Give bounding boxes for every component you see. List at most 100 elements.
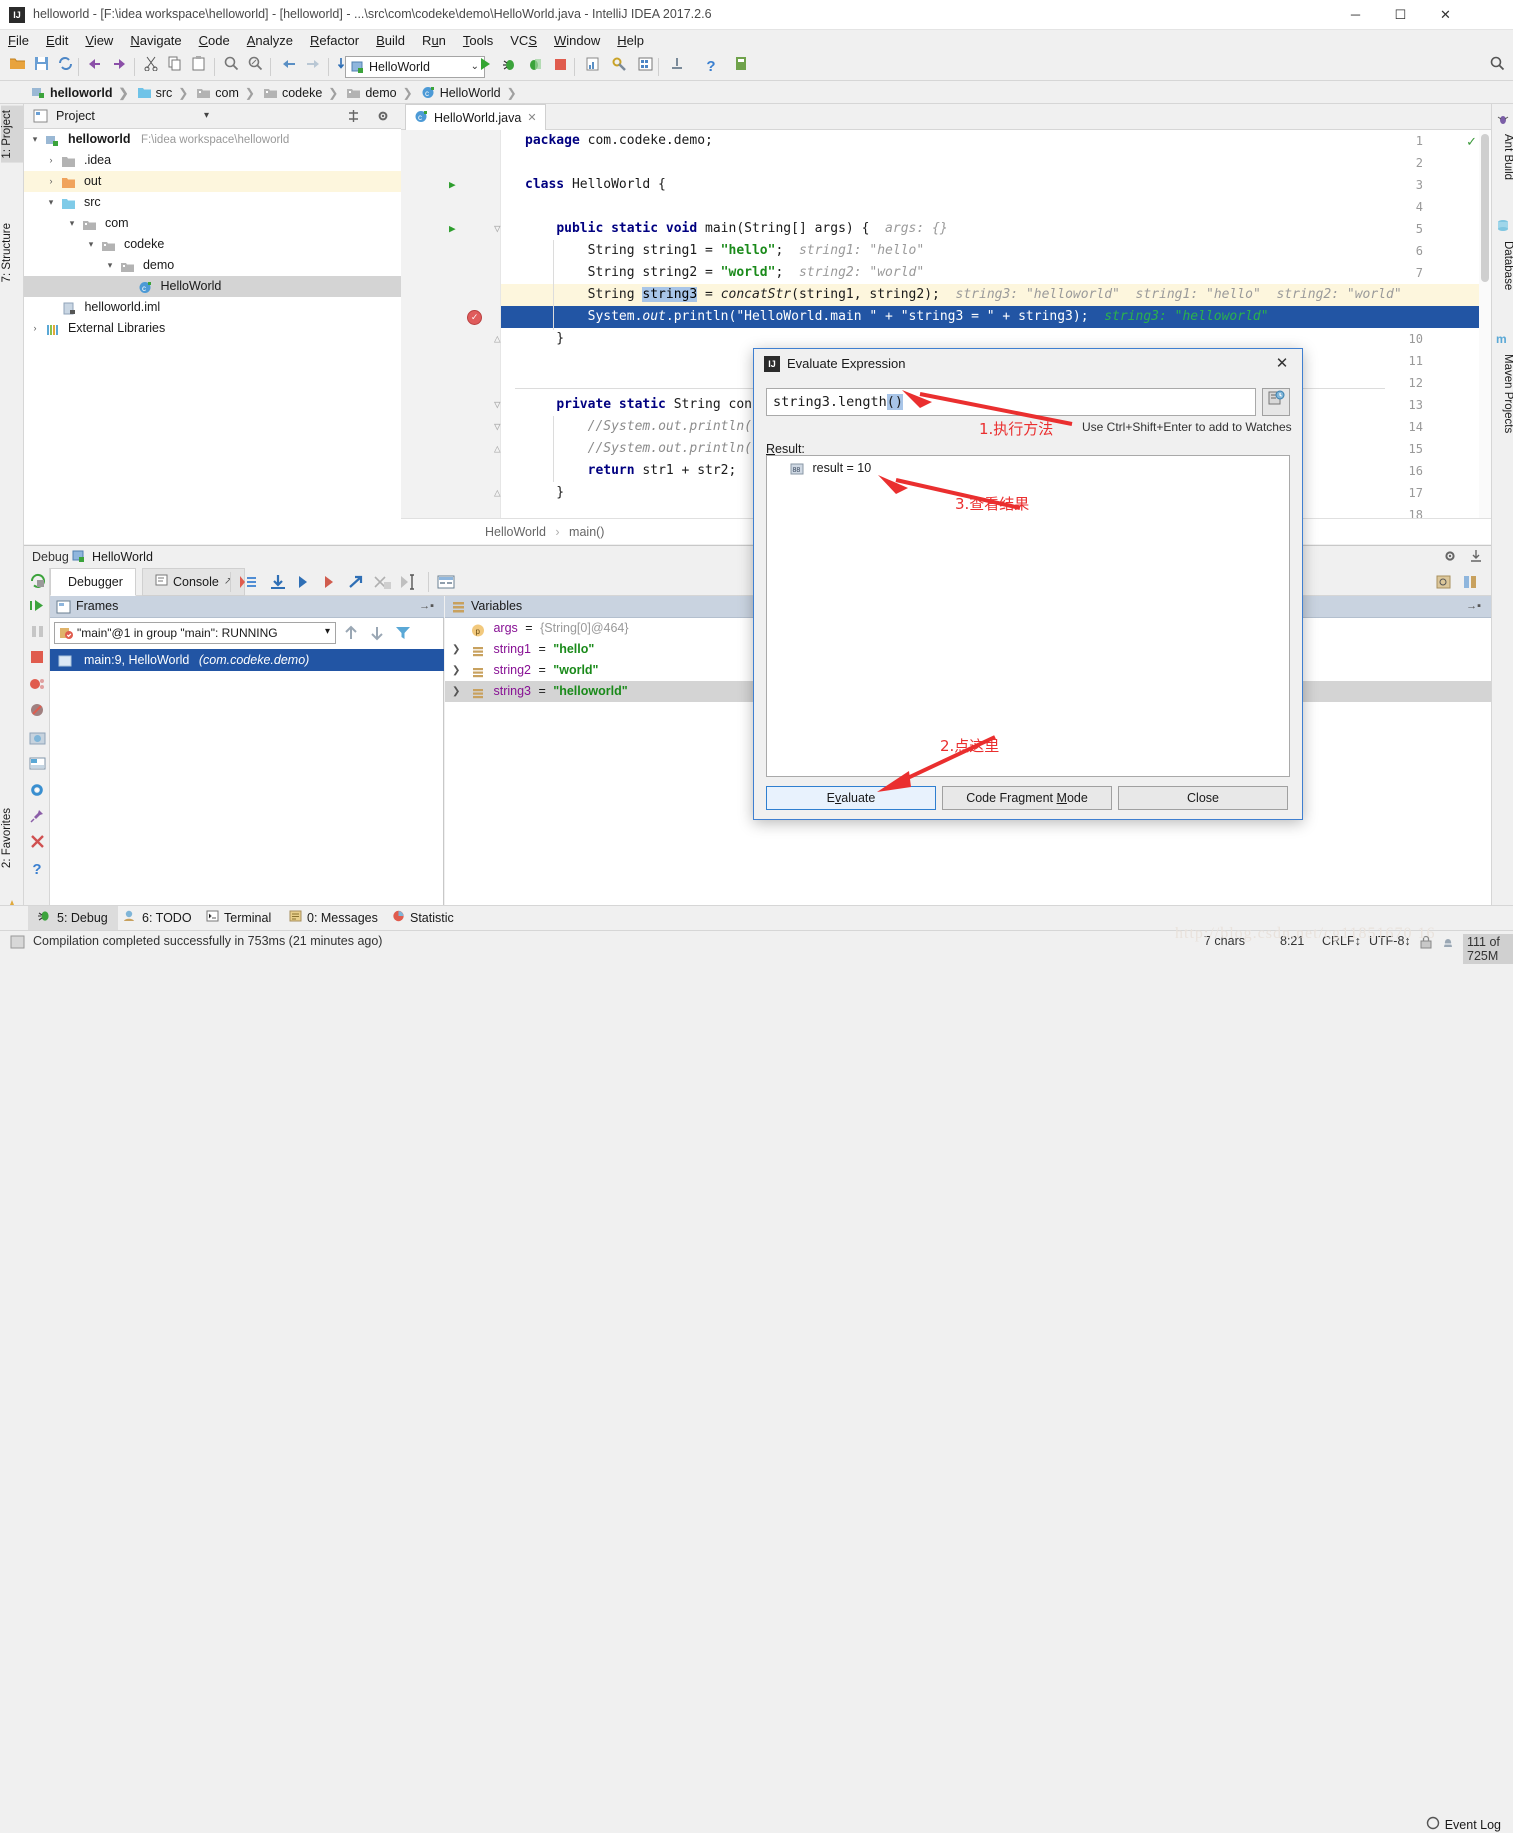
- run-method-gutter-icon[interactable]: ▶: [449, 222, 456, 235]
- sidebar-item-favorites[interactable]: 2: Favorites: [1, 804, 23, 872]
- editor-scrollbar[interactable]: [1479, 130, 1491, 518]
- coverage-icon[interactable]: [522, 56, 544, 78]
- bottom-tab-statistic[interactable]: Statistic: [382, 906, 464, 931]
- status-message[interactable]: Compilation completed successfully in 75…: [33, 934, 382, 948]
- close-icon[interactable]: [27, 834, 47, 854]
- pin-icon[interactable]: [27, 808, 47, 828]
- save-all-icon[interactable]: [30, 56, 52, 78]
- sidebar-item-maven-projects[interactable]: Maven Projects: [1492, 350, 1513, 437]
- tree-node-helloworld-class[interactable]: c HelloWorld: [24, 276, 401, 297]
- tree-node-iml[interactable]: helloworld.iml: [24, 297, 401, 318]
- selected-identifier[interactable]: string3: [642, 287, 698, 302]
- menu-run[interactable]: Run: [414, 30, 455, 51]
- menu-tools[interactable]: Tools: [455, 30, 502, 51]
- fold-icon[interactable]: ▽: [494, 398, 501, 411]
- menu-file[interactable]: File: [0, 30, 38, 51]
- tree-node-external-libraries[interactable]: › External Libraries: [24, 318, 401, 339]
- hide-icon[interactable]: →▪: [1466, 600, 1481, 612]
- fold-icon[interactable]: △: [494, 442, 501, 455]
- code-line-5[interactable]: public static void main(String[] args) {…: [501, 218, 1491, 240]
- profile-icon[interactable]: [582, 56, 604, 78]
- step-out-icon[interactable]: [346, 573, 366, 591]
- redo-icon[interactable]: [108, 56, 130, 78]
- close-window-button[interactable]: ✕: [1423, 0, 1468, 30]
- gear-icon[interactable]: [1442, 549, 1458, 565]
- arrow-down-icon[interactable]: [368, 624, 386, 642]
- inspection-icon[interactable]: [1440, 934, 1456, 950]
- menu-navigate[interactable]: Navigate: [122, 30, 190, 51]
- layout-icon[interactable]: [27, 756, 47, 776]
- tree-node-src[interactable]: ▾ src: [24, 192, 401, 213]
- frame-row-main[interactable]: main:9, HelloWorld (com.codeke.demo): [50, 649, 444, 671]
- breadcrumb-class[interactable]: HelloWorld: [485, 525, 546, 539]
- pause-icon[interactable]: [27, 624, 47, 644]
- fold-icon[interactable]: ▽: [494, 420, 501, 433]
- help-icon[interactable]: ?: [27, 860, 47, 880]
- tree-node-out[interactable]: › out: [24, 171, 401, 192]
- minimize-button[interactable]: ─: [1333, 0, 1378, 30]
- thread-selector[interactable]: "main"@1 in group "main": RUNNING ▾: [54, 622, 336, 644]
- tree-node-codeke[interactable]: ▾ codeke: [24, 234, 401, 255]
- close-button[interactable]: Close: [1118, 786, 1288, 810]
- breadcrumb-item-com[interactable]: com ❯: [193, 81, 260, 104]
- breadcrumb-item-helloworld-class[interactable]: c HelloWorld ❯: [418, 81, 522, 104]
- maximize-button[interactable]: ☐: [1378, 0, 1423, 30]
- project-structure-icon[interactable]: [634, 56, 656, 78]
- breadcrumb-item-helloworld[interactable]: helloworld ❯: [28, 81, 134, 104]
- twisty-icon[interactable]: ▾: [28, 129, 42, 150]
- breadcrumb-method[interactable]: main(): [569, 525, 604, 539]
- cut-icon[interactable]: [140, 56, 162, 78]
- expand-arrow-icon[interactable]: ❯: [452, 639, 460, 660]
- twisty-icon[interactable]: ›: [44, 171, 58, 192]
- search-icon[interactable]: [1486, 56, 1508, 78]
- code-line-6[interactable]: String string1 = "hello"; string1: "hell…: [501, 240, 1491, 262]
- arrow-up-icon[interactable]: [342, 624, 360, 642]
- step-into-icon[interactable]: [294, 573, 314, 591]
- run-icon[interactable]: [474, 56, 496, 78]
- menu-code[interactable]: Code: [191, 30, 239, 51]
- hide-icon[interactable]: [1468, 549, 1484, 565]
- paste-icon[interactable]: [188, 56, 210, 78]
- expand-arrow-icon[interactable]: ❯: [452, 660, 460, 681]
- code-line-4[interactable]: [501, 196, 1491, 218]
- twisty-icon[interactable]: ›: [28, 318, 42, 339]
- menu-refactor[interactable]: Refactor: [302, 30, 368, 51]
- code-line-9[interactable]: System.out.println("HelloWorld.main " + …: [501, 306, 1491, 328]
- sync-icon[interactable]: [54, 56, 76, 78]
- hide-icon[interactable]: →▪: [419, 600, 434, 612]
- rerun-icon[interactable]: [27, 572, 47, 592]
- stop-icon[interactable]: [27, 650, 47, 670]
- tree-node-demo[interactable]: ▾ demo: [24, 255, 401, 276]
- run-to-cursor-icon[interactable]: [398, 573, 418, 591]
- force-step-into-icon[interactable]: [320, 573, 340, 591]
- project-tree[interactable]: ▾ helloworld F:\idea workspace\helloworl…: [24, 129, 401, 544]
- bottom-tab-messages[interactable]: 0: Messages: [279, 906, 388, 931]
- memory-indicator[interactable]: 111 of 725M: [1463, 934, 1513, 964]
- inspection-ok-icon[interactable]: ✓: [1466, 134, 1477, 150]
- debug-icon[interactable]: [498, 56, 520, 78]
- breakpoint-icon[interactable]: ✓: [467, 310, 482, 325]
- close-dialog-button[interactable]: ✕: [1268, 353, 1296, 375]
- menu-window[interactable]: Window: [546, 30, 609, 51]
- twisty-icon[interactable]: ›: [44, 150, 58, 171]
- bottom-tab-terminal[interactable]: Terminal: [196, 906, 281, 931]
- detach-icon[interactable]: ↗: [224, 568, 232, 596]
- run-class-gutter-icon[interactable]: ▶: [449, 178, 456, 191]
- code-line-1[interactable]: package com.codeke.demo;: [501, 130, 1491, 152]
- twisty-icon[interactable]: ▾: [65, 213, 79, 234]
- forward-icon[interactable]: [302, 56, 324, 78]
- expand-arrow-icon[interactable]: ❯: [452, 681, 460, 702]
- step-over-icon[interactable]: [268, 573, 288, 591]
- evaluate-expression-icon[interactable]: [436, 573, 456, 591]
- replace-icon[interactable]: [244, 56, 266, 78]
- collapse-all-icon[interactable]: [346, 109, 361, 123]
- bottom-tab-todo[interactable]: 6: TODO: [113, 906, 202, 931]
- code-line-8[interactable]: String string3 = concatStr(string1, stri…: [501, 284, 1491, 306]
- twisty-icon[interactable]: ▾: [44, 192, 58, 213]
- fold-icon[interactable]: △: [494, 332, 501, 345]
- undo-icon[interactable]: [84, 56, 106, 78]
- drop-frame-icon[interactable]: [372, 573, 392, 591]
- search-everywhere-icon[interactable]: [730, 56, 752, 78]
- bottom-tab-debug[interactable]: 5: Debug: [28, 906, 118, 931]
- show-execution-point-icon[interactable]: [238, 573, 258, 591]
